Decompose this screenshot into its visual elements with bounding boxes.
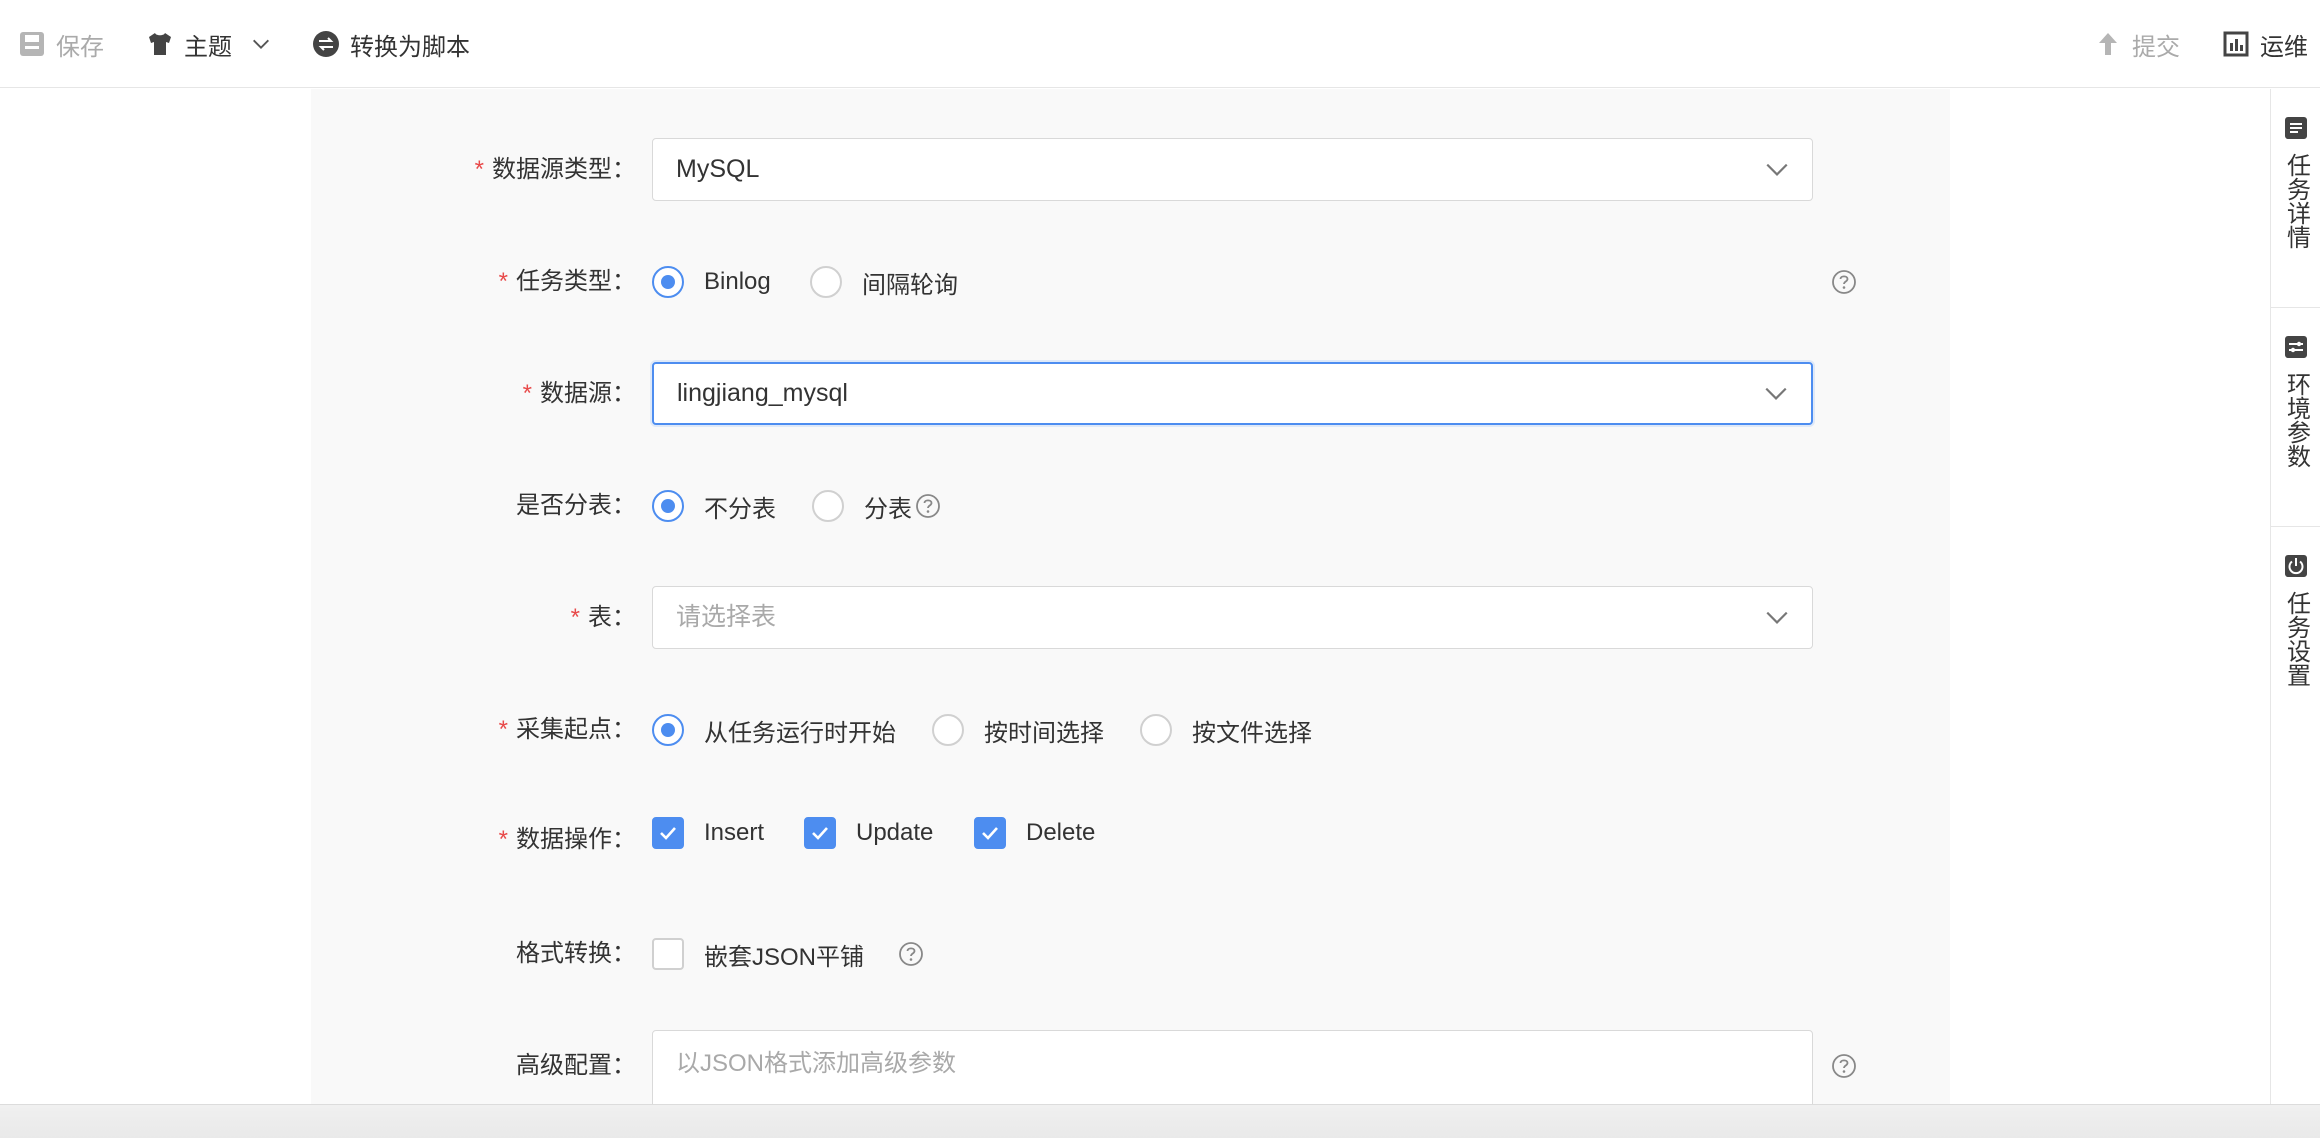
checkbox-box <box>804 817 836 849</box>
datasource-select[interactable]: lingjiang_mysql <box>652 362 1813 425</box>
check-icon <box>812 827 828 840</box>
toolbar: 保存 主题 转换为脚本 提交 运维 <box>0 0 2320 88</box>
table-select[interactable]: 请选择表 <box>652 586 1813 649</box>
datasource-type-label: * 数据源类型： <box>474 156 636 183</box>
rail-label: 任务详情 <box>2282 153 2310 249</box>
datasource-value: lingjiang_mysql <box>677 379 848 407</box>
table-label: * 表： <box>570 604 636 631</box>
convert-icon <box>312 30 340 58</box>
rail-divider <box>2271 526 2320 527</box>
tshirt-icon <box>146 30 174 58</box>
horizontal-scrollbar[interactable] <box>0 1104 2320 1138</box>
radio-circle <box>652 266 684 298</box>
datasource-type-value: MySQL <box>676 155 760 183</box>
check-icon <box>660 827 676 840</box>
checkbox-box <box>652 938 684 970</box>
submit-label: 提交 <box>2132 33 2180 61</box>
task-type-radio-binlog[interactable]: Binlog <box>652 262 771 302</box>
chevron-down-icon <box>1765 387 1787 400</box>
rail-label: 环境参数 <box>2282 372 2310 468</box>
data-ops-checkbox-insert[interactable]: Insert <box>652 813 764 853</box>
task-type-radio-interval-poll[interactable]: 间隔轮询 <box>810 262 958 302</box>
advanced-config-textarea[interactable]: 以JSON格式添加高级参数 <box>652 1030 1813 1110</box>
advanced-config-label: 高级配置： <box>516 1052 636 1079</box>
submit-button[interactable]: 提交 <box>2094 0 2180 88</box>
check-icon <box>982 827 998 840</box>
right-side-rail: 任务详情 环境参数 任务设置 <box>2270 89 2320 1104</box>
ops-button[interactable]: 运维 <box>2222 0 2308 88</box>
rail-tab-task-settings[interactable]: 任务设置 <box>2271 553 2320 687</box>
sharding-radio-sharded[interactable]: 分表 <box>812 486 912 526</box>
radio-circle <box>652 490 684 522</box>
radio-circle <box>932 714 964 746</box>
save-label: 保存 <box>56 33 104 61</box>
radio-circle <box>1140 714 1172 746</box>
advanced-config-placeholder: 以JSON格式添加高级参数 <box>676 1050 957 1077</box>
upload-arrow-icon <box>2094 30 2122 58</box>
convert-to-script-button[interactable]: 转换为脚本 <box>312 0 470 88</box>
start-point-label: * 采集起点： <box>498 716 636 743</box>
datasource-label: * 数据源： <box>522 380 636 407</box>
radio-circle <box>812 490 844 522</box>
format-conversion-checkbox-flatten-json[interactable]: 嵌套JSON平铺 <box>652 934 864 974</box>
chevron-down-icon <box>1766 163 1788 176</box>
rail-label: 任务设置 <box>2282 591 2310 687</box>
data-ops-checkbox-update[interactable]: Update <box>804 813 933 853</box>
data-ops-checkbox-delete[interactable]: Delete <box>974 813 1095 853</box>
start-point-radio-by-file[interactable]: 按文件选择 <box>1140 710 1312 750</box>
sharding-radio-none[interactable]: 不分表 <box>652 486 776 526</box>
help-icon[interactable] <box>898 941 924 967</box>
power-icon <box>2285 555 2307 577</box>
help-icon[interactable] <box>1831 1053 1857 1079</box>
start-point-radio-runtime[interactable]: 从任务运行时开始 <box>652 710 896 750</box>
chevron-down-icon <box>250 33 272 55</box>
rail-tab-task-detail[interactable]: 任务详情 <box>2271 115 2320 249</box>
theme-dropdown[interactable]: 主题 <box>146 0 272 88</box>
save-button[interactable]: 保存 <box>18 0 104 88</box>
table-placeholder: 请选择表 <box>676 603 777 631</box>
help-icon[interactable] <box>1831 269 1857 295</box>
datasource-type-select[interactable]: MySQL <box>652 138 1813 201</box>
chevron-down-icon <box>1766 611 1788 624</box>
rail-divider <box>2271 307 2320 308</box>
data-ops-label: * 数据操作： <box>498 826 636 853</box>
help-icon[interactable] <box>915 493 941 519</box>
sliders-icon <box>2285 336 2307 358</box>
sharding-label: 是否分表： <box>516 492 636 519</box>
radio-circle <box>810 266 842 298</box>
radio-circle <box>652 714 684 746</box>
ops-label: 运维 <box>2260 33 2308 61</box>
theme-label: 主题 <box>184 33 232 61</box>
save-icon <box>18 30 46 58</box>
checkbox-box <box>974 817 1006 849</box>
start-point-radio-by-time[interactable]: 按时间选择 <box>932 710 1104 750</box>
chart-icon <box>2222 30 2250 58</box>
task-type-label: * 任务类型： <box>498 268 636 295</box>
convert-label: 转换为脚本 <box>350 33 470 61</box>
format-conversion-label: 格式转换： <box>516 940 636 967</box>
document-icon <box>2285 117 2307 139</box>
rail-tab-env-params[interactable]: 环境参数 <box>2271 334 2320 468</box>
checkbox-box <box>652 817 684 849</box>
